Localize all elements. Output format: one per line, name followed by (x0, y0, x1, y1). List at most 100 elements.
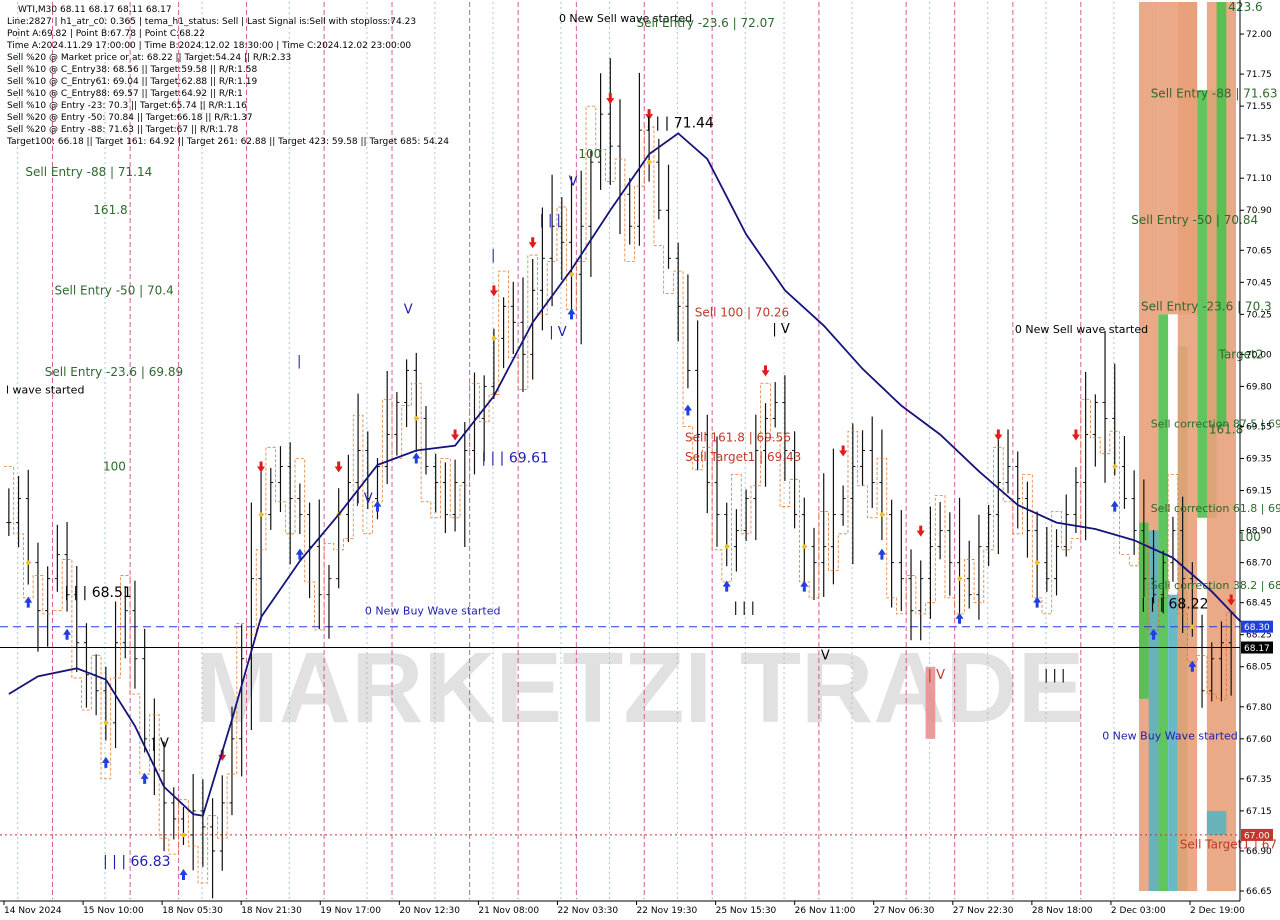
signal-dot (258, 512, 264, 517)
price-tag-label: 68.17 (1244, 644, 1270, 654)
annotation-label: Sell Entry -50 | 70.4 (55, 283, 174, 297)
time-tick-label: 14 Nov 2024 (4, 906, 62, 916)
price-tick-label: 67.15 (1246, 807, 1272, 817)
info-line: Target100: 66.18 || Target 161: 64.92 ||… (6, 137, 449, 147)
watermark: MARKETZI TRADE (196, 632, 1085, 744)
price-tick-label: 66.65 (1246, 887, 1272, 897)
annotation-label: Sell Entry -23.6 | 72.07 (637, 16, 775, 30)
time-tick-label: 27 Nov 22:30 (953, 906, 1014, 916)
annotation-label: | | | 66.83 (103, 854, 171, 870)
time-tick-label: 28 Nov 18:00 (1032, 906, 1093, 916)
annotation-label: 161.8 (93, 203, 127, 217)
price-tick-label: 69.80 (1246, 382, 1272, 392)
annotation-label: | | | 68.51 (64, 585, 132, 601)
time-tick-label: 21 Nov 08:00 (478, 906, 539, 916)
watermark-text: MARKETZI TRADE (196, 632, 1085, 744)
annotation-label: | | | (540, 213, 561, 228)
time-tick-label: 22 Nov 03:30 (557, 906, 618, 916)
time-tick-label: 2 Dec 19:00 (1190, 906, 1245, 916)
annotation-label: 0 New Buy Wave started (1102, 730, 1238, 743)
time-tick-label: 25 Nov 15:30 (716, 906, 777, 916)
zone-box (1158, 2, 1178, 315)
annotation-label: Sell Target1 | 69.43 (685, 450, 801, 464)
signal-dot (103, 720, 109, 726)
time-tick-label: 15 Nov 10:00 (83, 906, 144, 916)
symbol-header: WTI,M30 68.11 68.17 68.11 68.17 (18, 5, 172, 15)
annotation-label: V (569, 174, 578, 189)
time-tick-label: 18 Nov 05:30 (162, 906, 223, 916)
annotation-label: | | | 71.44 (646, 116, 714, 132)
price-tick-label: 70.90 (1246, 206, 1272, 216)
price-tick-label: 67.60 (1246, 735, 1272, 745)
info-line: Sell %10 @ Entry -23: 70.3 || Target:65.… (7, 101, 247, 111)
time-tick-label: 27 Nov 06:30 (874, 906, 935, 916)
signal-dot (957, 576, 962, 581)
annotation-label: | (297, 354, 301, 369)
signal-dot (1190, 624, 1195, 629)
signal-dot (491, 336, 497, 341)
time-tick-label: 26 Nov 11:00 (795, 906, 856, 916)
signal-dot (26, 560, 31, 565)
annotation-label: 423.6 (1228, 0, 1262, 14)
price-tick-label: 69.15 (1246, 487, 1272, 497)
annotation-label: Sell Entry -88 | 71.63 (1151, 86, 1278, 100)
time-tick-label: 20 Nov 12:30 (399, 906, 460, 916)
price-tag-label: 68.30 (1244, 623, 1270, 633)
annotation-label: 161.8 (1209, 423, 1243, 437)
time-tick-label: 18 Nov 21:30 (241, 906, 302, 916)
annotation-label: Sell Entry -50 | 70.84 (1131, 213, 1258, 227)
price-tick-label: 68.45 (1246, 599, 1272, 609)
annotation-label: Sell correction 61.8 | 69.04 (1151, 502, 1280, 515)
signal-dot (879, 512, 885, 517)
annotation-label: 100 (103, 460, 126, 474)
annotation-label: | V (355, 492, 373, 507)
price-tick-label: 70.65 (1246, 246, 1272, 256)
annotation-label: 0 New Buy Wave started (365, 605, 501, 618)
annotation-label: Sell 100 | 70.26 (695, 306, 789, 320)
time-tick-label: 19 Nov 17:00 (320, 906, 381, 916)
annotation-label: Sell 161.8 | 69.56 (685, 431, 791, 445)
price-tick-label: 70.00 (1246, 350, 1272, 360)
signal-dot (646, 159, 652, 165)
info-line: Sell %20 @ Entry -50: 70.84 || Target:66… (7, 113, 253, 123)
annotation-label: 100 (578, 147, 601, 161)
zone-box (1168, 594, 1178, 891)
price-tick-label: 71.55 (1246, 102, 1272, 112)
annotation-label: | | | 68.22 (1141, 596, 1209, 612)
price-tick-label: 72.00 (1246, 30, 1272, 40)
annotation-label: | V (928, 668, 946, 683)
trading-chart: MARKETZI TRADE WTI,M30 68.11 68.17 68.11… (0, 0, 1280, 920)
annotation-label: | | | (734, 600, 755, 615)
annotation-label: | V (549, 325, 567, 340)
price-tick-label: 71.75 (1246, 70, 1272, 80)
annotation-label: Sell Entry -23.6 | 69.89 (45, 365, 183, 379)
annotation-label: Sell correction 38.2 | 68.56 (1151, 579, 1280, 592)
annotation-label: | | | 69.61 (481, 451, 549, 467)
signal-dot (1112, 464, 1117, 469)
price-tick-label: 67.35 (1246, 775, 1272, 785)
signal-dot (802, 544, 807, 549)
info-line: Sell %20 @ Entry -88: 71.63 || Target:67… (7, 125, 239, 135)
price-tick-label: 69.55 (1246, 422, 1272, 432)
signal-dot (414, 416, 419, 421)
signal-dot (724, 544, 729, 549)
price-tick-label: 70.45 (1246, 278, 1272, 288)
price-tick-label: 70.25 (1246, 310, 1272, 320)
time-tick-label: 2 Dec 03:00 (1111, 906, 1166, 916)
zone-box (1177, 2, 1198, 891)
price-tick-label: 68.70 (1246, 559, 1272, 569)
price-tick-label: 67.80 (1246, 703, 1272, 713)
signal-dot (1034, 560, 1040, 565)
info-line: Sell %10 @ C_Entry88: 69.57 || Target:64… (7, 89, 243, 99)
annotation-label: | V (152, 737, 170, 752)
info-line: Sell %10 @ C_Entry38: 68.56 || Target:59… (7, 65, 257, 75)
price-tick-label: 68.05 (1246, 663, 1272, 673)
price-tick-label: 66.90 (1246, 847, 1272, 857)
price-tick-label: 71.35 (1246, 134, 1272, 144)
info-line: Sell %10 @ C_Entry61: 69.04 || Target:62… (7, 77, 257, 87)
annotation-label: 0 New Sell wave started (1015, 323, 1148, 336)
price-tag-label: 67.00 (1244, 831, 1270, 841)
annotation-label: l wave started (6, 384, 84, 397)
info-line: Line:2827 | h1_atr_c0: 0.365 | tema_h1_s… (7, 17, 416, 27)
annotation-label: V (821, 649, 830, 664)
